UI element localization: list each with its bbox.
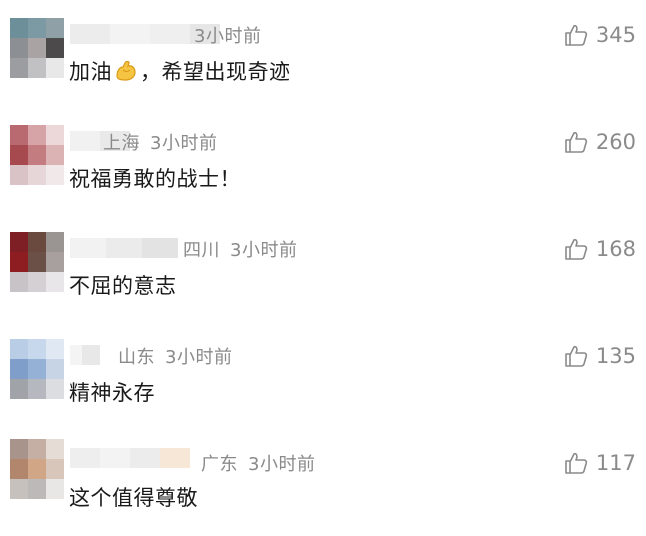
avatar[interactable]: [10, 439, 64, 499]
thumbs-up-icon: [565, 345, 588, 367]
like-button[interactable]: 345: [564, 23, 636, 47]
comment-meta: 3小时前: [194, 22, 261, 48]
thumbs-up-icon: [565, 238, 588, 260]
comment-time: 3小时前: [150, 133, 218, 154]
comment-meta: 广东 3小时前: [201, 450, 315, 476]
comment-time: 3小时前: [230, 240, 298, 261]
comment-item: 山东 3小时前 精神永存 135: [0, 339, 646, 439]
username-blurred[interactable]: [70, 448, 190, 468]
like-button[interactable]: 168: [564, 237, 636, 261]
avatar[interactable]: [10, 339, 64, 399]
thumbs-up-icon: [565, 131, 588, 153]
like-button[interactable]: 117: [564, 451, 636, 475]
comment-meta: 山东 3小时前: [118, 343, 232, 369]
like-count: 260: [595, 130, 636, 154]
thumbs-up-icon: [565, 452, 588, 474]
comment-time: 3小时前: [165, 347, 233, 368]
comment-location: 上海: [103, 133, 140, 154]
comment-item: 四川 3小时前 不屈的意志 168: [0, 232, 646, 332]
comment-text: 精神永存: [69, 381, 155, 405]
like-count: 117: [595, 451, 636, 475]
comment-text: 祝福勇敢的战士！: [69, 167, 241, 191]
comment-text: 不屈的意志: [69, 274, 177, 298]
like-button[interactable]: 135: [564, 344, 636, 368]
username-blurred[interactable]: [70, 345, 100, 365]
avatar[interactable]: [10, 125, 64, 185]
comment-text: 这个值得尊敬: [69, 486, 198, 510]
comment-item: 3小时前 加油 ，希望出现奇迹 345: [0, 18, 646, 118]
like-count: 168: [595, 237, 636, 261]
comment-location: 四川: [183, 240, 220, 261]
comment-location: 广东: [201, 454, 238, 475]
comment-meta: 上海 3小时前: [103, 129, 217, 155]
like-count: 345: [595, 23, 636, 47]
like-count: 135: [595, 344, 636, 368]
avatar[interactable]: [10, 232, 64, 292]
comment-meta: 四川 3小时前: [183, 236, 297, 262]
avatar[interactable]: [10, 18, 64, 78]
comment-item: 上海 3小时前 祝福勇敢的战士！ 260: [0, 125, 646, 225]
thumbs-up-icon: [565, 24, 588, 46]
comment-time: 3小时前: [194, 26, 262, 47]
comment-text: 加油 ，希望出现奇迹: [69, 56, 291, 87]
username-blurred[interactable]: [70, 238, 178, 258]
comment-item: 广东 3小时前 这个值得尊敬 117: [0, 436, 646, 536]
flexed-biceps-icon: [114, 60, 138, 87]
comment-time: 3小时前: [248, 454, 316, 475]
like-button[interactable]: 260: [564, 130, 636, 154]
comment-location: 山东: [118, 347, 155, 368]
